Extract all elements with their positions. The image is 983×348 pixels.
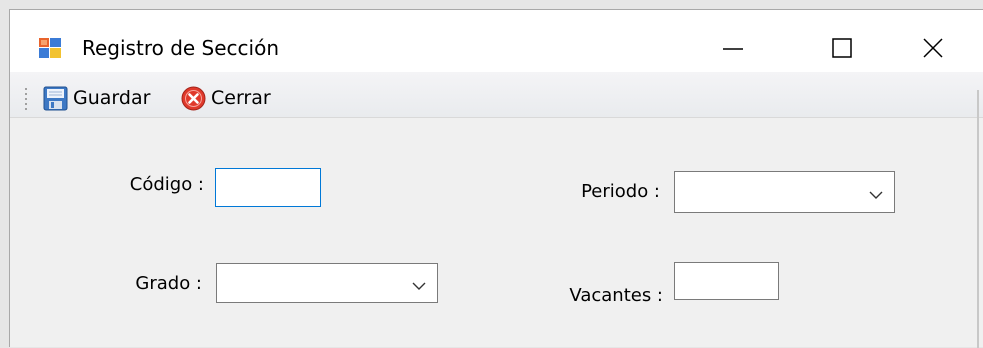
codigo-input[interactable] bbox=[215, 168, 321, 207]
codigo-label: Código : bbox=[129, 174, 204, 195]
maximize-icon bbox=[832, 38, 852, 58]
minimize-icon bbox=[723, 48, 743, 50]
guardar-button[interactable]: Guardar bbox=[43, 83, 150, 113]
floppy-disk-icon bbox=[43, 86, 68, 111]
cerrar-button[interactable]: Cerrar bbox=[181, 83, 271, 113]
vacantes-input[interactable] bbox=[674, 262, 779, 300]
toolbar: Guardar Cerrar bbox=[10, 72, 983, 118]
title-bar: Registro de Sección bbox=[10, 10, 983, 72]
minimize-button[interactable] bbox=[710, 24, 756, 70]
red-x-circle-icon bbox=[181, 86, 206, 111]
close-window-button[interactable] bbox=[910, 24, 956, 70]
registro-seccion-window: Registro de Sección Guardar Cerrar Códig… bbox=[9, 9, 983, 348]
grado-label: Grado : bbox=[135, 273, 202, 294]
window-right-edge bbox=[977, 90, 979, 348]
toolbar-grip-icon[interactable] bbox=[24, 87, 28, 113]
vacantes-label: Vacantes : bbox=[569, 285, 663, 306]
window-title: Registro de Sección bbox=[82, 36, 280, 60]
close-icon bbox=[923, 38, 943, 58]
grado-dropdown[interactable] bbox=[216, 263, 438, 303]
form-app-icon bbox=[39, 38, 61, 58]
maximize-button[interactable] bbox=[818, 24, 864, 70]
chevron-down-icon[interactable] bbox=[411, 277, 427, 290]
cerrar-label: Cerrar bbox=[211, 87, 271, 109]
chevron-down-icon[interactable] bbox=[868, 186, 884, 199]
guardar-label: Guardar bbox=[73, 87, 151, 109]
periodo-dropdown[interactable] bbox=[674, 171, 895, 213]
periodo-label: Periodo : bbox=[581, 181, 660, 202]
